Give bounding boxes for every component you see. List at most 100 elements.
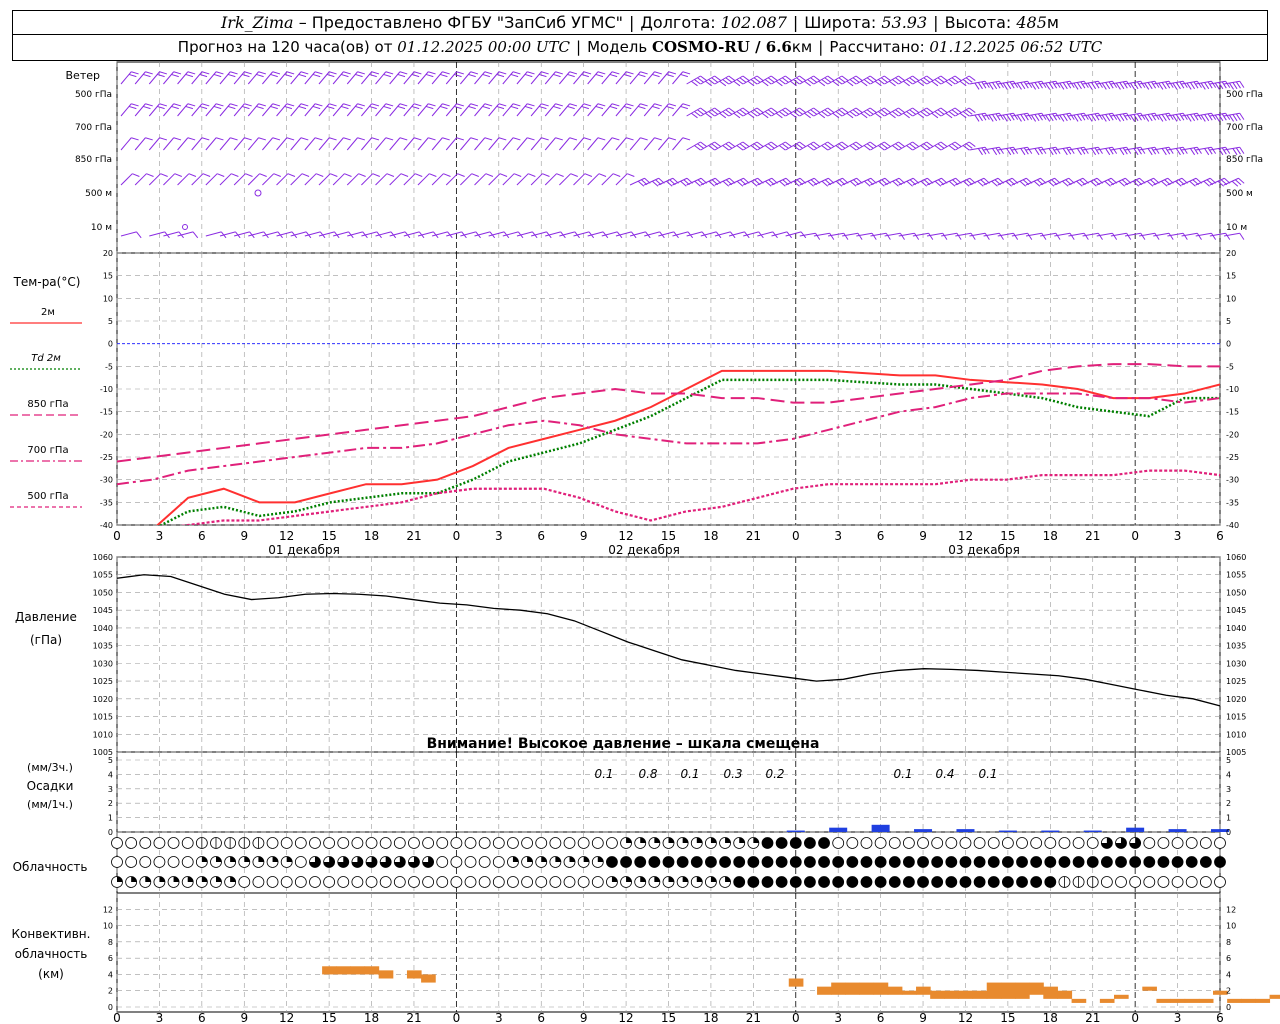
temp-ytick-right-5: -5: [1226, 362, 1234, 371]
cloud-symbol-2-50: [818, 876, 830, 888]
wind-barb-3-30-feather-0: [556, 173, 564, 177]
wind-barb-0-75-feather-1: [1193, 81, 1199, 89]
wind-barb-1-67-feather-2: [1076, 114, 1082, 122]
wind-barb-2-22-feather-0: [442, 137, 450, 141]
wind-barb-4-58: [941, 232, 962, 240]
conv-bar-13: [887, 986, 903, 995]
wind-barb-3-75: [1181, 177, 1203, 187]
wind-barb-3-73: [1153, 177, 1174, 187]
cloud-circle-0-11: [266, 837, 279, 849]
cloud-symbol-1-24: [450, 856, 463, 868]
cloud-circle-0-28: [507, 837, 519, 849]
press-ytick-left-0: 1060: [93, 553, 113, 562]
wind-barb-0-68-feather-2: [1091, 82, 1097, 90]
wind-barb-1-75-feather-0: [1196, 112, 1202, 120]
wind-barb-3-3-feather-0: [174, 173, 182, 177]
cloud-mark-1-12: [286, 856, 293, 862]
wind-barb-2-27-feather-0: [512, 137, 521, 141]
cloud-circle-2-45: [747, 876, 760, 888]
xtick-bottom-9: 3: [495, 1011, 503, 1024]
wind-barb-1-68-feather-2: [1091, 114, 1097, 122]
wind-barb-3-45: [757, 177, 778, 187]
wind-barb-2-16-feather-0: [357, 137, 365, 141]
cloud-symbol-0-34: [591, 837, 604, 849]
wind-barb-1-70-feather-2: [1119, 114, 1125, 122]
precip-total-4: 0.2: [765, 767, 784, 781]
temp-ytick-left-0: 20: [103, 249, 113, 258]
press-ytick-left-9: 1015: [93, 713, 113, 722]
cloud-symbol-2-27: [492, 876, 505, 888]
wind-barb-0-26: [488, 71, 507, 85]
cloud-circle-1-47: [775, 856, 788, 868]
wind-barb-2-75: [1181, 146, 1202, 156]
wind-barb-1-69-feather-0: [1112, 112, 1118, 120]
xtick-top-5: 15: [321, 529, 336, 543]
wind-barb-2-76-feather-2: [1204, 148, 1210, 156]
precip-unit3: (мм/3ч.): [27, 761, 73, 774]
wind-barb-2-66-feather-0: [1069, 146, 1075, 154]
cloud-symbol-1-1: [125, 856, 138, 868]
cloud-symbol-1-62: [987, 856, 1000, 868]
cloud-circle-2-78: [1214, 876, 1226, 888]
wind-barb-1-66-feather-2: [1062, 114, 1068, 122]
cloud-circle-2-23: [436, 876, 449, 888]
wind-level-right-0: 500 гПа: [1226, 90, 1263, 100]
wind-barb-3-54: [884, 177, 906, 187]
wind-barb-2-68-feather-1: [1094, 147, 1100, 155]
wind-barb-3-9-feather-0: [259, 173, 267, 177]
cloud-symbol-2-78: [1214, 876, 1226, 888]
cloud-symbol-1-70: [1100, 856, 1113, 868]
wind-barb-4-54-feather-0: [899, 232, 905, 240]
xtick-top-21: 15: [1000, 529, 1015, 543]
cloud-mark-2-38: [654, 876, 660, 882]
wind-barb-2-32: [573, 137, 592, 151]
wind-barb-0-78-feather-3: [1228, 82, 1235, 90]
wind-barb-0-68-feather-3: [1087, 82, 1093, 90]
cloud-symbol-2-3: [153, 876, 166, 888]
cloud-symbol-1-43: [719, 856, 731, 868]
xtick-bottom-16: 0: [792, 1011, 800, 1024]
wind-barb-0-69-feather-3: [1101, 82, 1107, 90]
wind-barb-3-26-feather-0: [499, 173, 508, 177]
cloud-symbol-2-20: [393, 876, 406, 888]
wind-barb-1-63-feather-2: [1020, 114, 1026, 122]
wind-barb-2-31-feather-0: [569, 137, 578, 141]
wind-barb-0-31: [558, 71, 578, 85]
wind-barb-1-10: [262, 103, 281, 117]
cloud-symbol-1-35: [606, 856, 618, 868]
cloud-symbol-2-22: [422, 876, 435, 888]
cloud-symbol-2-52: [846, 876, 859, 888]
wind-barb-3-52: [856, 177, 877, 187]
wind-barb-3-28-feather-0: [528, 173, 536, 177]
conv-bar-6: [421, 974, 436, 983]
wind-barb-4-24: [460, 231, 481, 239]
cloud-symbol-1-44: [733, 856, 746, 868]
wind-barb-4-42: [714, 231, 736, 239]
wind-barb-2-74-feather-0: [1182, 146, 1188, 154]
wind-barb-4-27: [502, 231, 524, 239]
wind-barb-4-19: [389, 231, 411, 239]
conv-bar-2: [350, 966, 366, 975]
cloud-circle-1-61: [973, 856, 986, 868]
wind-barb-3-10-feather-0: [273, 173, 281, 177]
cloud-symbol-0-15: [323, 837, 336, 849]
wind-barb-0-71-feather-2: [1133, 82, 1139, 90]
cloud-mark-1-7: [215, 856, 222, 862]
cloud-circle-0-5: [181, 837, 194, 849]
wind-barb-1-3: [163, 103, 182, 117]
wind-barb-1-7: [219, 103, 238, 117]
wind-barb-4-66-feather-0: [1069, 232, 1075, 240]
conv-bar-31: [1170, 998, 1186, 1003]
cloud-circle-1-75: [1171, 856, 1184, 868]
cloud-symbol-0-69: [1086, 837, 1099, 849]
wind-barb-2-34: [601, 137, 620, 151]
cloud-symbol-0-1: [125, 837, 138, 849]
wind-barb-3-19-feather-0: [400, 173, 409, 177]
cloud-circle-1-38: [648, 856, 661, 868]
wind-barb-4-63-feather-0: [1027, 232, 1033, 240]
wind-barb-3-0: [120, 173, 140, 186]
cloud-circle-0-63: [1001, 837, 1014, 849]
wind-barb-2-63-feather-2: [1020, 148, 1026, 156]
cloud-symbol-0-20: [393, 837, 406, 849]
wind-barb-4-65-feather-0: [1055, 232, 1061, 240]
